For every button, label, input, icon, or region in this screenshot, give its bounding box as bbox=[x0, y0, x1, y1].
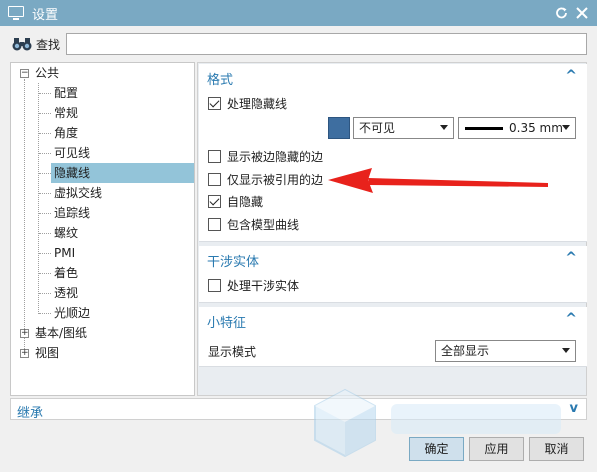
checkbox-label: 处理隐藏线 bbox=[227, 97, 288, 111]
line-sample-icon bbox=[465, 127, 503, 130]
collapse-caret-icon[interactable]: ^ bbox=[565, 311, 577, 327]
checkbox-label: 仅显示被引用的边 bbox=[227, 173, 324, 187]
ok-button[interactable]: 确定 bbox=[409, 437, 464, 461]
show-edge-hidden-checkbox[interactable] bbox=[208, 150, 221, 163]
section-title: 继承 bbox=[17, 406, 44, 421]
tree-item-virtual-intersections[interactable]: 虚拟交线 bbox=[51, 183, 105, 203]
title-bar: 设置 bbox=[0, 0, 597, 26]
inherit-section-header[interactable]: 继承 v bbox=[10, 398, 587, 421]
self-hidden-checkbox[interactable] bbox=[208, 195, 221, 208]
checkbox-label: 显示被边隐藏的边 bbox=[227, 150, 324, 164]
tree-item-visible-lines[interactable]: 可见线 bbox=[51, 143, 93, 163]
tree-item-trace-lines[interactable]: 追踪线 bbox=[51, 203, 93, 223]
search-row: 查找 bbox=[0, 26, 597, 62]
close-icon[interactable] bbox=[575, 5, 589, 21]
interference-section-header[interactable]: 干涉实体 ^ bbox=[199, 246, 587, 272]
tree-item-config[interactable]: 配置 bbox=[51, 83, 81, 103]
tree-item-pmi[interactable]: PMI bbox=[51, 243, 78, 263]
tree-item-general[interactable]: 常规 bbox=[51, 103, 81, 123]
show-referenced-edges-checkbox[interactable] bbox=[208, 173, 221, 186]
line-width-dropdown[interactable]: 0.35 mm bbox=[458, 117, 576, 139]
dropdown-value: 0.35 mm bbox=[509, 121, 563, 135]
dropdown-value: 全部显示 bbox=[441, 344, 490, 358]
search-input[interactable] bbox=[66, 33, 587, 55]
tree-collapse-toggle[interactable]: − bbox=[20, 69, 29, 78]
tree-item-angle[interactable]: 角度 bbox=[51, 123, 81, 143]
chevron-down-icon bbox=[562, 348, 570, 353]
tree-item-smooth-edges[interactable]: 光顺边 bbox=[51, 303, 93, 323]
small-features-section-header[interactable]: 小特征 ^ bbox=[199, 307, 587, 333]
apply-button[interactable]: 应用 bbox=[469, 437, 524, 461]
collapse-caret-icon[interactable]: ^ bbox=[565, 68, 577, 84]
window-title: 设置 bbox=[32, 7, 59, 23]
chevron-down-icon bbox=[440, 125, 448, 130]
section-title: 干涉实体 bbox=[207, 255, 260, 270]
checkbox-label: 包含模型曲线 bbox=[227, 218, 300, 232]
format-section-header[interactable]: 格式 ^ bbox=[199, 64, 587, 90]
line-color-swatch[interactable] bbox=[328, 117, 350, 139]
tree-item-perspective[interactable]: 透视 bbox=[51, 283, 81, 303]
interference-section: 干涉实体 ^ 处理干涉实体 bbox=[199, 246, 587, 303]
include-model-curves-checkbox[interactable] bbox=[208, 218, 221, 231]
display-mode-label: 显示模式 bbox=[208, 345, 257, 359]
section-title: 小特征 bbox=[207, 316, 247, 331]
expand-caret-icon[interactable]: v bbox=[570, 401, 578, 416]
binoculars-icon bbox=[11, 37, 33, 51]
tree-item-hidden-lines[interactable]: 隐藏线 bbox=[51, 163, 194, 183]
process-interference-checkbox[interactable] bbox=[208, 279, 221, 292]
settings-panel: 格式 ^ 处理隐藏线 不可见 0.35 mm 显示被边隐藏的边 仅显示被引用的边… bbox=[197, 62, 587, 396]
tree-expand-toggle[interactable]: + bbox=[20, 349, 29, 358]
dropdown-value: 不可见 bbox=[359, 121, 396, 135]
tree-item-shading[interactable]: 着色 bbox=[51, 263, 81, 283]
tree-item-basic-drawing[interactable]: 基本/图纸 bbox=[35, 323, 87, 343]
search-label: 查找 bbox=[36, 38, 61, 52]
checkbox-label: 处理干涉实体 bbox=[227, 279, 300, 293]
tree-item-threads[interactable]: 螺纹 bbox=[51, 223, 81, 243]
refresh-icon[interactable] bbox=[555, 5, 569, 21]
small-features-section: 小特征 ^ 显示模式 全部显示 bbox=[199, 307, 587, 367]
format-section: 格式 ^ 处理隐藏线 不可见 0.35 mm 显示被边隐藏的边 仅显示被引用的边… bbox=[199, 64, 587, 242]
visibility-dropdown[interactable]: 不可见 bbox=[353, 117, 454, 139]
collapse-caret-icon[interactable]: ^ bbox=[565, 250, 577, 266]
settings-tree[interactable]: − 公共 配置 常规 角度 可见线 隐藏线 虚拟交线 追踪线 螺纹 PMI 着色… bbox=[10, 62, 195, 396]
process-hidden-lines-checkbox[interactable] bbox=[208, 97, 221, 110]
tree-expand-toggle[interactable]: + bbox=[20, 329, 29, 338]
tree-item-common[interactable]: 公共 bbox=[35, 63, 59, 83]
section-title: 格式 bbox=[207, 73, 234, 88]
tree-item-view[interactable]: 视图 bbox=[35, 343, 59, 363]
cancel-button[interactable]: 取消 bbox=[529, 437, 584, 461]
display-mode-dropdown[interactable]: 全部显示 bbox=[435, 340, 576, 362]
checkbox-label: 自隐藏 bbox=[227, 195, 264, 209]
monitor-icon bbox=[8, 6, 24, 20]
chevron-down-icon bbox=[562, 125, 570, 130]
